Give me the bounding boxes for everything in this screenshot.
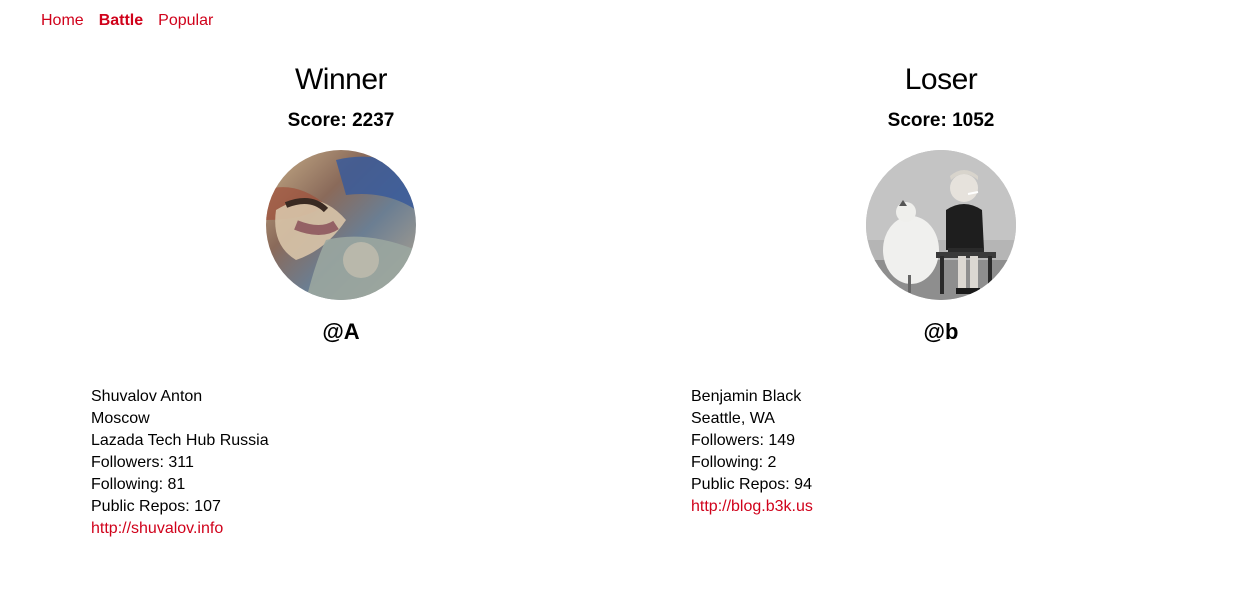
profile-followers: Followers: 149	[691, 432, 796, 449]
profile-location: Moscow	[91, 410, 150, 427]
nav-popular-link[interactable]: Popular	[158, 11, 213, 31]
profile-info-list: Benjamin Black Seattle, WA Followers: 14…	[691, 386, 1241, 518]
profile-blog-link[interactable]: http://blog.b3k.us	[691, 498, 813, 515]
result-title: Loser	[904, 63, 978, 96]
profile-following: Following: 81	[91, 476, 186, 493]
profile-public-repos: Public Repos: 94	[691, 476, 812, 493]
login-handle: @A	[322, 319, 360, 344]
profile-followers: Followers: 311	[91, 454, 194, 471]
player-card-loser: Loser Score: 1052 @b Benjamin Black Seat…	[641, 60, 1241, 518]
login-handle: @b	[923, 319, 959, 344]
score-text: Score: 2237	[287, 110, 395, 131]
profile-name: Shuvalov Anton	[91, 388, 203, 405]
profile-public-repos: Public Repos: 107	[91, 498, 221, 515]
profile-blog-item: http://blog.b3k.us	[691, 496, 1241, 518]
profile-following: Following: 2	[691, 454, 777, 471]
top-nav: Home Battle Popular	[41, 11, 213, 31]
result-title: Winner	[294, 63, 388, 96]
avatar	[866, 150, 1016, 300]
profile-location: Seattle, WA	[691, 410, 775, 427]
player-card-winner: Winner Score: 2237 @A Shuvalov Anton Mos…	[41, 60, 641, 540]
nav-battle-link[interactable]: Battle	[99, 11, 143, 31]
profile-blog-item: http://shuvalov.info	[91, 518, 641, 540]
profile-blog-link[interactable]: http://shuvalov.info	[91, 520, 223, 537]
player-header: Loser Score: 1052 @b	[641, 60, 1241, 345]
profile-name: Benjamin Black	[691, 388, 802, 405]
nav-home-link[interactable]: Home	[41, 11, 84, 31]
profile-info-list: Shuvalov Anton Moscow Lazada Tech Hub Ru…	[91, 386, 641, 540]
avatar	[266, 150, 416, 300]
player-header: Winner Score: 2237 @A	[41, 60, 641, 345]
profile-company: Lazada Tech Hub Russia	[91, 432, 269, 449]
score-text: Score: 1052	[887, 110, 995, 131]
